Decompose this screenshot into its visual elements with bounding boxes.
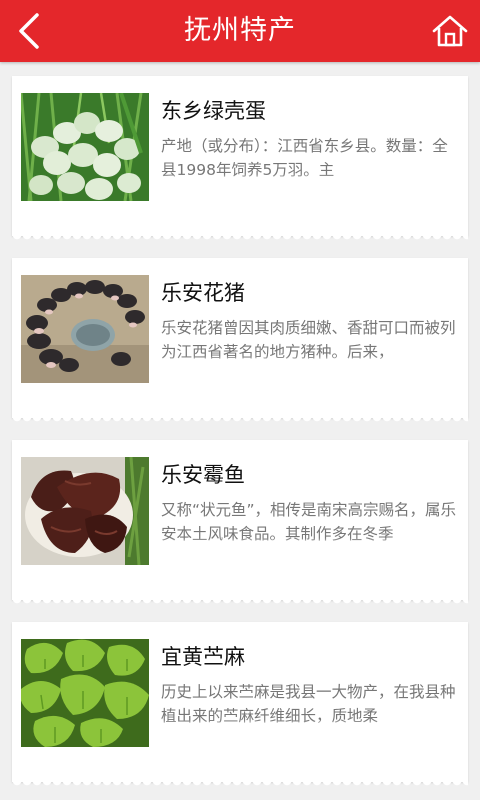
item-title: 乐安花猪 — [161, 281, 245, 305]
item-description: 乐安花猪曾因其肉质细嫩、香甜可口而被列为江西省著名的地方猪种。后来， — [161, 316, 457, 364]
item-description: 又称“状元鱼”，相传是南宋高宗赐名，属乐安本土风味食品。其制作多在冬季 — [161, 498, 457, 546]
product-list[interactable]: 东乡绿壳蛋 产地（或分布）：江西省东乡县。数量：全县1998年饲养5万羽。主 乐… — [0, 62, 480, 800]
item-image — [21, 457, 149, 565]
item-image — [21, 93, 149, 201]
page-title: 抚州特产 — [184, 15, 296, 46]
app-header: 抚州特产 — [0, 0, 480, 62]
item-description: 历史上以来苎麻是我县一大物产，在我县种植出来的苎麻纤维细长，质地柔 — [161, 680, 457, 728]
list-item[interactable]: 乐安花猪 乐安花猪曾因其肉质细嫩、香甜可口而被列为江西省著名的地方猪种。后来， — [12, 258, 468, 424]
home-button[interactable] — [428, 9, 472, 53]
list-item[interactable]: 东乡绿壳蛋 产地（或分布）：江西省东乡县。数量：全县1998年饲养5万羽。主 — [12, 76, 468, 242]
item-description: 产地（或分布）：江西省东乡县。数量：全县1998年饲养5万羽。主 — [161, 134, 457, 182]
item-image — [21, 639, 149, 747]
item-title: 东乡绿壳蛋 — [161, 99, 266, 123]
list-item[interactable]: 乐安霉鱼 又称“状元鱼”，相传是南宋高宗赐名，属乐安本土风味食品。其制作多在冬季 — [12, 440, 468, 606]
item-title: 宜黄苎麻 — [161, 645, 245, 669]
back-button[interactable] — [6, 7, 54, 55]
item-image — [21, 275, 149, 383]
item-title: 乐安霉鱼 — [161, 463, 245, 487]
home-icon — [432, 15, 468, 47]
list-item[interactable]: 宜黄苎麻 历史上以来苎麻是我县一大物产，在我县种植出来的苎麻纤维细长，质地柔 — [12, 622, 468, 788]
back-arrow-icon — [19, 13, 39, 49]
